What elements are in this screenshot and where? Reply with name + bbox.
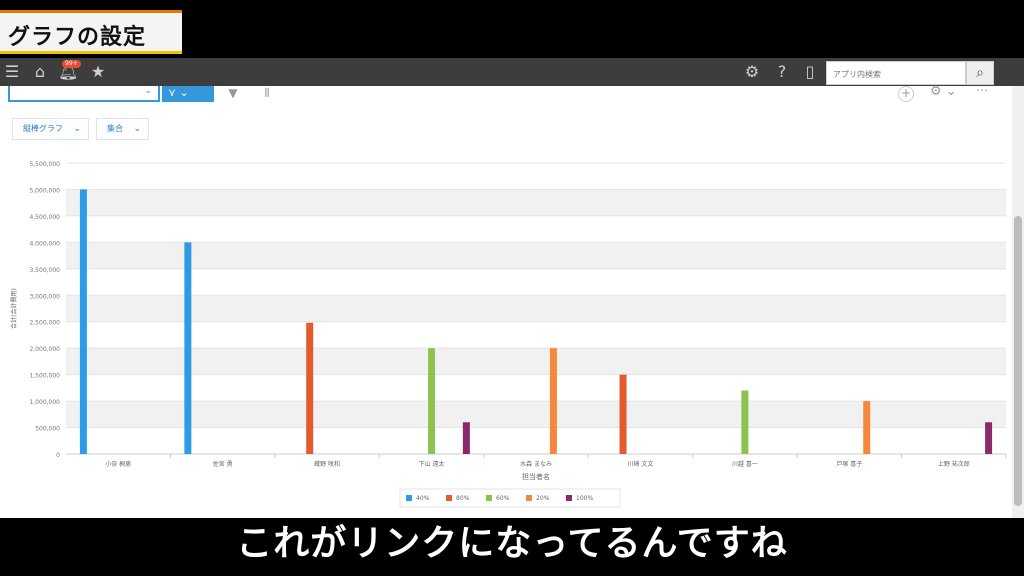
bar-20% <box>549 348 557 454</box>
banner-title: グラフの設定 <box>8 25 147 50</box>
legend-label: 100% <box>576 495 593 502</box>
star-icon[interactable]: ★ <box>88 62 108 82</box>
y-tick-label: 3,500,000 <box>29 267 60 274</box>
x-tick-label: 佐宮 勇 <box>213 460 233 468</box>
x-tick-label: 川越 喜一 <box>732 460 758 468</box>
bar-40% <box>79 189 87 455</box>
video-frame: グラフの設定 ☰ ⌂ 🔔︎ 99+ ★ ⚙ ? ▯ ⌕ ⌄ ⋎ ⌄ ▼ ⦀ + … <box>0 0 1024 576</box>
legend-swatch <box>406 495 412 501</box>
gear-icon[interactable]: ⚙ <box>742 62 762 82</box>
grid-band <box>66 189 1006 216</box>
bar-60% <box>741 390 749 454</box>
y-tick-label: 4,500,000 <box>29 214 60 221</box>
legend-swatch <box>446 495 452 501</box>
grid-band <box>66 242 1006 269</box>
title-banner: グラフの設定 <box>0 10 182 54</box>
x-tick-label: 上野 祐次郎 <box>938 460 970 468</box>
y-axis-label: 合計(合計費用) <box>10 288 18 329</box>
chart-type-dropdown[interactable]: 縦棒グラフ ⌄ <box>12 118 89 140</box>
y-tick-label: 5,000,000 <box>29 187 60 194</box>
help-icon[interactable]: ? <box>772 62 792 82</box>
bar-chart: 0 500,000 1,000,000 1,500,000 2,000,000 2,500… <box>8 158 1008 518</box>
chevron-down-icon: ⌄ <box>133 124 141 134</box>
y-tick-label: 2,500,000 <box>29 320 60 327</box>
filter-icon[interactable]: ▼ <box>222 86 244 102</box>
bar-40% <box>184 242 192 454</box>
y-tick-label: 1,500,000 <box>29 373 60 380</box>
bar-100% <box>462 422 470 454</box>
view-select[interactable]: ⌄ <box>8 86 160 102</box>
y-tick-label: 5,500,000 <box>29 161 60 168</box>
x-tick-label: 戸塚 喜子 <box>836 460 862 468</box>
y-tick-label: 2,000,000 <box>29 346 60 353</box>
search-box <box>826 61 966 86</box>
banner-accent <box>0 10 182 13</box>
bar-100% <box>985 422 993 454</box>
y-tick-label: 0 <box>56 452 60 459</box>
legend-swatch <box>526 495 532 501</box>
grid-band <box>66 348 1006 375</box>
hamburger-icon[interactable]: ☰ <box>2 62 22 82</box>
columns-icon[interactable]: ⦀ <box>256 86 278 102</box>
legend-label: 20% <box>536 495 550 502</box>
app-window: ☰ ⌂ 🔔︎ 99+ ★ ⚙ ? ▯ ⌕ ⌄ ⋎ ⌄ ▼ ⦀ + ⚙ ⌄ ⋯ 縦… <box>0 58 1024 518</box>
vertical-scrollbar[interactable] <box>1012 86 1024 518</box>
chevron-down-icon: ⌄ <box>73 124 81 134</box>
x-tick-label: 小奈 桐恵 <box>105 460 131 468</box>
legend-label: 60% <box>496 495 510 502</box>
chart-svg: 0 500,000 1,000,000 1,500,000 2,000,000 2,500… <box>10 161 1007 508</box>
bar-60% <box>428 348 436 454</box>
search-icon[interactable]: ⌕ <box>966 61 994 85</box>
bar-80% <box>619 374 627 454</box>
y-tick-label: 500,000 <box>35 426 60 433</box>
chevron-down-icon: ⌄ <box>144 86 152 96</box>
legend-label: 80% <box>456 495 470 502</box>
legend-swatch <box>486 495 492 501</box>
x-axis-label: 担当者名 <box>522 472 550 481</box>
more-options-icon[interactable]: ⋯ <box>976 83 992 99</box>
x-tick-label: 川崎 文文 <box>627 460 653 468</box>
mobile-icon[interactable]: ▯ <box>800 62 820 82</box>
video-subtitle: これがリンクになってるんですね <box>236 523 788 564</box>
view-toolbar: ⌄ ⋎ ⌄ ▼ ⦀ + ⚙ ⌄ ⋯ <box>0 83 1010 104</box>
add-record-button[interactable]: + <box>898 86 914 102</box>
x-tick-label: 蔵野 咲和 <box>314 460 340 468</box>
x-tick-label: 下山 遠太 <box>419 460 445 468</box>
scrollbar-thumb[interactable] <box>1014 216 1022 506</box>
y-tick-label: 3,000,000 <box>29 293 60 300</box>
bar-80% <box>306 322 314 454</box>
y-tick-label: 4,000,000 <box>29 240 60 247</box>
chart-type-label: 縦棒グラフ <box>23 124 63 133</box>
top-bar: ☰ ⌂ 🔔︎ 99+ ★ ⚙ ? ▯ ⌕ <box>0 58 1024 86</box>
aggregation-label: 集合 <box>107 124 123 133</box>
home-icon[interactable]: ⌂ <box>30 62 50 82</box>
line-graph-icon[interactable]: ⋎ ⌄ <box>162 86 214 102</box>
bar-20% <box>863 401 871 454</box>
x-tick-label: 水森 まなみ <box>520 460 552 468</box>
legend-label: 40% <box>416 495 430 502</box>
search-input[interactable] <box>827 63 965 86</box>
settings-gear-icon[interactable]: ⚙ ⌄ <box>930 85 958 101</box>
notification-badge: 99+ <box>62 60 81 68</box>
grid-band <box>66 295 1006 322</box>
aggregation-dropdown[interactable]: 集合 ⌄ <box>96 118 149 140</box>
y-tick-label: 1,000,000 <box>29 399 60 406</box>
legend-swatch <box>566 495 572 501</box>
